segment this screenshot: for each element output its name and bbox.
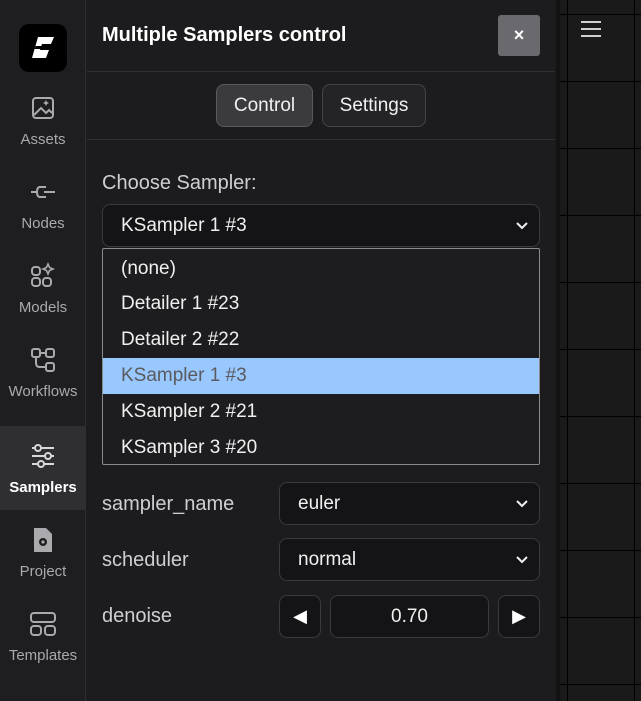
templates-icon bbox=[28, 609, 58, 639]
sidebar-item-label: Models bbox=[18, 298, 68, 316]
logo-icon bbox=[32, 37, 54, 58]
grid-sparkle-icon bbox=[28, 261, 58, 291]
dropdown-option[interactable]: KSampler 3 #20 bbox=[103, 430, 539, 466]
tab-control[interactable]: Control bbox=[216, 84, 313, 127]
chevron-down-icon bbox=[516, 222, 528, 230]
denoise-increment-button[interactable]: ▶ bbox=[498, 595, 540, 638]
dropdown-option-selected[interactable]: KSampler 1 #3 bbox=[103, 358, 539, 394]
close-button[interactable]: × bbox=[498, 15, 540, 56]
sidebar-item-models[interactable]: Models bbox=[0, 246, 86, 330]
dropdown-option[interactable]: Detailer 2 #22 bbox=[103, 322, 539, 358]
sidebar-item-label: Nodes bbox=[21, 214, 65, 232]
sliders-icon bbox=[28, 441, 58, 471]
chevron-down-icon bbox=[516, 500, 528, 508]
sampler-select[interactable]: KSampler 1 #3 bbox=[102, 204, 540, 247]
app-logo[interactable] bbox=[19, 24, 67, 72]
sidebar-item-project[interactable]: Project bbox=[0, 510, 86, 594]
choose-sampler-label: Choose Sampler: bbox=[102, 172, 257, 194]
sampler-name-select[interactable]: euler bbox=[279, 482, 540, 525]
hamburger-menu-icon[interactable] bbox=[578, 16, 604, 42]
sampler-name-value: euler bbox=[298, 492, 341, 514]
scheduler-value: normal bbox=[298, 548, 357, 570]
sidebar-item-label: Project bbox=[19, 562, 67, 580]
dropdown-option[interactable]: KSampler 2 #21 bbox=[103, 394, 539, 430]
sidebar-item-label: Samplers bbox=[9, 478, 77, 496]
sampler-select-value: KSampler 1 #3 bbox=[121, 214, 247, 236]
panel-title: Multiple Samplers control bbox=[102, 24, 347, 46]
sidebar-item-nodes[interactable]: Nodes bbox=[0, 162, 86, 246]
scheduler-select[interactable]: normal bbox=[279, 538, 540, 581]
sidebar-item-label: Templates bbox=[8, 646, 78, 664]
denoise-decrement-button[interactable]: ◀ bbox=[279, 595, 321, 638]
sidebar-item-label: Assets bbox=[20, 130, 66, 148]
panel-header: Multiple Samplers control × bbox=[87, 0, 555, 72]
sampler-dropdown-list: (none) Detailer 1 #23 Detailer 2 #22 KSa… bbox=[102, 248, 540, 465]
plug-icon bbox=[28, 177, 58, 207]
tab-settings[interactable]: Settings bbox=[322, 84, 426, 127]
tab-bar: Control Settings bbox=[87, 72, 555, 140]
image-icon bbox=[28, 93, 58, 123]
denoise-label: denoise bbox=[102, 605, 173, 627]
dropdown-option[interactable]: Detailer 1 #23 bbox=[103, 286, 539, 322]
sidebar-item-workflows[interactable]: Workflows bbox=[0, 330, 86, 414]
sidebar-item-samplers[interactable]: Samplers bbox=[0, 426, 86, 510]
denoise-input[interactable]: 0.70 bbox=[330, 595, 489, 638]
sidebar-item-label: Workflows bbox=[8, 382, 78, 400]
dropdown-option[interactable]: (none) bbox=[103, 251, 539, 287]
sampler-name-label: sampler_name bbox=[102, 493, 235, 515]
file-gear-icon bbox=[28, 525, 58, 555]
sidebar-item-templates[interactable]: Templates bbox=[0, 594, 86, 678]
node-canvas[interactable] bbox=[556, 0, 641, 701]
icon-sidebar: Assets Nodes Models Workflows Samplers P… bbox=[0, 0, 86, 701]
chevron-down-icon bbox=[516, 556, 528, 564]
scheduler-label: scheduler bbox=[102, 549, 189, 571]
sidebar-item-assets[interactable]: Assets bbox=[0, 78, 86, 162]
workflow-icon bbox=[28, 345, 58, 375]
